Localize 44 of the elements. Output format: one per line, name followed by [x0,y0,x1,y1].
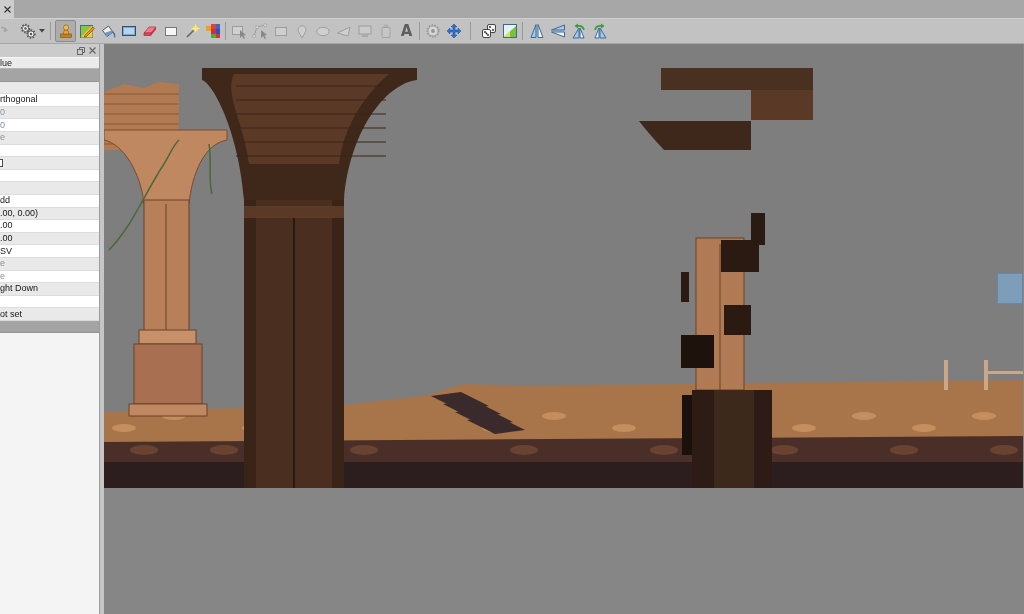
column-header-label: lue [0,58,12,68]
close-icon[interactable] [3,5,11,13]
close-panel-button[interactable] [88,46,97,55]
property-value: 0 [0,120,5,130]
float-panel-button[interactable] [76,46,85,55]
close-icon [89,47,96,54]
property-value: e [0,133,5,143]
document-tab[interactable] [0,0,14,18]
property-value: dd [0,196,10,206]
selection-highlight [997,273,1023,304]
triangle-icon [335,23,352,39]
monitor-icon [356,23,373,39]
flip-horizontal-icon [528,23,545,39]
paint-bucket-icon [99,23,116,39]
rotate-left-icon [570,23,587,39]
property-value: rthogonal [0,95,38,105]
caret-icon [38,29,45,33]
property-value: 0 [0,108,5,118]
gears-icon [19,23,36,39]
colored-squares-icon [204,23,221,39]
gradient-square-icon [501,23,518,39]
property-value: ght Down [0,284,39,294]
filled-rectangle-icon [120,23,137,39]
move-arrows-icon [445,23,462,39]
eraser-icon [141,23,158,39]
dice-icon [480,23,497,39]
property-value: .00 [0,234,13,243]
node-pointer-icon [251,23,268,39]
property-value: e [0,259,5,269]
rectangle-pointer-icon [230,23,247,39]
stamp-tool-button[interactable] [55,20,76,42]
pencil-map-icon [78,23,95,39]
flip-vertical-icon [549,23,566,39]
property-value: .00 [0,221,13,231]
property-value: ot set [0,309,22,319]
rotate-right-icon [591,23,608,39]
checkbox[interactable] [0,158,3,167]
property-value: e [0,271,5,281]
restore-icon [76,46,85,55]
property-value: SV [0,246,12,256]
stamp-icon [57,23,74,39]
gear-icon [424,23,441,39]
property-value: .00, 0.00) [0,208,39,218]
map-canvas[interactable] [104,44,1024,614]
